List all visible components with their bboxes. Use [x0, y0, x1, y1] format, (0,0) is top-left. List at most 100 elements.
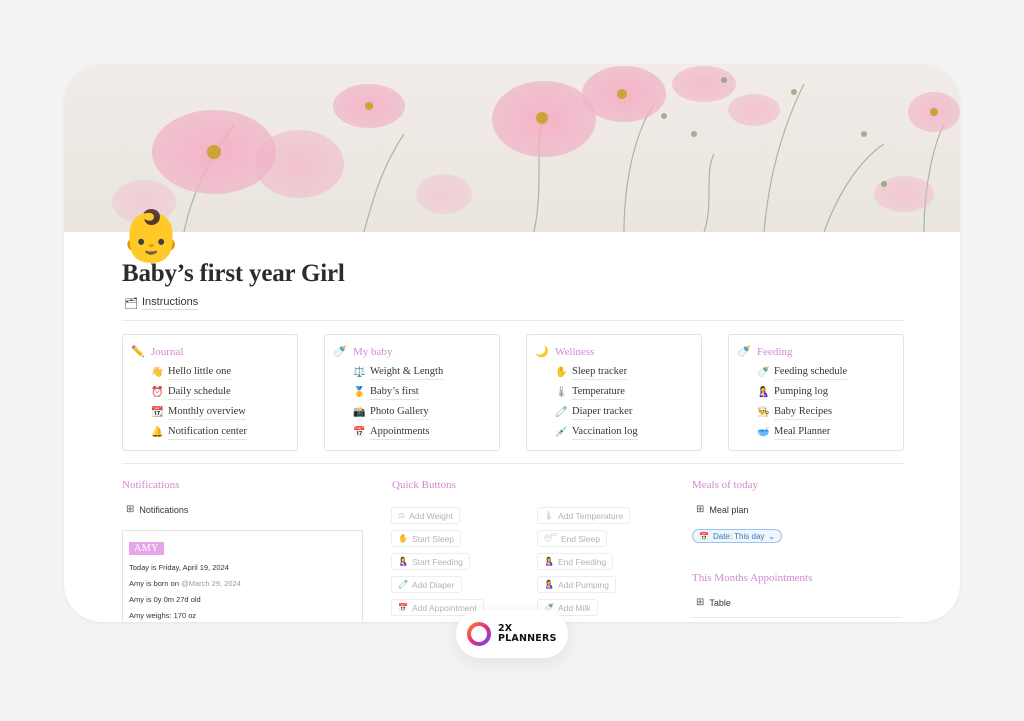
button-label: Add Temperature	[558, 510, 624, 521]
notification-card[interactable]: AMY Today is Friday, April 19, 2024 Amy …	[122, 530, 363, 622]
baby-page-icon[interactable]: 👶	[120, 206, 182, 266]
scale-icon: ⚖️	[353, 366, 366, 378]
button-label: Start Sleep	[411, 533, 455, 544]
button-label: Add Appointment	[411, 602, 477, 613]
button-label: Add Milk	[557, 602, 591, 613]
card-title: Feeding	[757, 345, 793, 358]
link-hello-little-one[interactable]: 👋 Hello little one	[151, 362, 289, 382]
link-pumping-log[interactable]: 🤱 Pumping log	[757, 382, 895, 402]
divider	[122, 320, 904, 321]
line-text: Amy is 0y 0m 27d old	[129, 595, 201, 604]
link-baby-recipes[interactable]: 👨‍🍳 Baby Recipes	[757, 402, 895, 422]
link-label: Photo Gallery	[370, 405, 429, 420]
cosmos-flowers-illustration	[112, 66, 960, 232]
link-label: Baby Recipes	[774, 405, 833, 420]
meals-heading: Meals of today	[692, 479, 758, 491]
add-pumping-button[interactable]: 🤱 Add Pumping	[537, 576, 617, 593]
button-label: End Sleep	[560, 533, 601, 544]
link-label: Temperature	[572, 385, 625, 400]
calendar-icon: 📅	[353, 426, 366, 438]
card-title: My baby	[353, 345, 393, 358]
link-label: Feeding schedule	[774, 365, 848, 380]
table-view-icon: ⊞	[696, 597, 705, 608]
link-monthly-overview[interactable]: 📆 Monthly overview	[151, 402, 289, 422]
link-label: Daily schedule	[168, 385, 231, 400]
gallery-view-icon: ⊞	[696, 504, 705, 515]
card-my-baby: 🍼 My baby ⚖️ Weight & Length 🥇 Baby’s firs…	[324, 334, 500, 451]
breastfeeding-icon: 🤱	[544, 557, 554, 566]
end-sleep-button[interactable]: 😴 End Sleep	[537, 530, 608, 547]
medal-icon: 🥇	[353, 386, 366, 398]
notion-page-frame: 👶 Baby’s first year Girl 🗂 Instructions …	[64, 64, 960, 622]
divider	[122, 463, 904, 464]
thermometer-icon: 🌡	[555, 386, 568, 398]
instructions-link[interactable]: 🗂 Instructions	[124, 296, 199, 310]
birth-date-mention[interactable]: @March 29, 2024	[181, 579, 241, 588]
baby-bottle-icon: 🍼	[737, 346, 751, 358]
link-feeding-schedule[interactable]: 🍼 Feeding schedule	[757, 362, 895, 382]
cover-image[interactable]	[64, 64, 960, 232]
baby-bottle-icon: 🍼	[333, 346, 347, 358]
notifications-view-tab[interactable]: ⊞ Notifications	[126, 504, 188, 515]
button-label: Add Pumping	[557, 579, 610, 590]
baby-name-tag: AMY	[129, 542, 164, 555]
view-tab-label: Table	[709, 597, 731, 608]
table-header-divider	[692, 617, 902, 618]
bowl-icon: 🥣	[757, 426, 770, 438]
syringe-icon: 💉	[555, 426, 568, 438]
thermometer-icon: 🌡	[544, 511, 555, 520]
button-label: End Feeding	[557, 556, 607, 567]
link-meal-planner[interactable]: 🥣 Meal Planner	[757, 422, 895, 442]
pencil-icon: ✏️	[131, 346, 145, 358]
line-text: Amy weighs: 170 oz	[129, 611, 197, 620]
page-title: Baby’s first year Girl	[122, 260, 345, 287]
brand-name: 2X PLANNERS	[498, 624, 557, 644]
link-label: Baby’s first	[370, 385, 419, 400]
link-sleep-tracker[interactable]: ✋ Sleep tracker	[555, 362, 693, 382]
card-title: Journal	[151, 345, 184, 358]
card-feeding-header: 🍼 Feeding	[737, 345, 895, 359]
safety-pin-icon: 🧷	[555, 406, 568, 418]
line-text: Today is Friday, April 19, 2024	[129, 563, 229, 572]
card-journal: ✏️ Journal 👋 Hello little one ⏰ Daily sche…	[122, 334, 298, 451]
link-vaccination-log[interactable]: 💉 Vaccination log	[555, 422, 693, 442]
link-weight-length[interactable]: ⚖️ Weight & Length	[353, 362, 491, 382]
safety-pin-icon: 🧷	[398, 580, 408, 589]
add-weight-button[interactable]: ⚖ Add Weight	[391, 507, 460, 524]
link-label: Monthly overview	[168, 405, 246, 420]
date-filter-chip[interactable]: 📅 Date: This day ⌄	[692, 529, 783, 543]
link-daily-schedule[interactable]: ⏰ Daily schedule	[151, 382, 289, 402]
add-temperature-button[interactable]: 🌡 Add Temperature	[537, 507, 631, 524]
link-diaper-tracker[interactable]: 🧷 Diaper tracker	[555, 402, 693, 422]
filter-label: Date: This day	[712, 531, 765, 541]
brand-badge: 2X PLANNERS	[456, 610, 568, 658]
notification-line: Amy is 0y 0m 27d old	[129, 595, 356, 604]
gallery-view-icon: ⊞	[126, 504, 135, 515]
line-text: Amy is born on	[129, 579, 182, 588]
link-photo-gallery[interactable]: 📸 Photo Gallery	[353, 402, 491, 422]
card-wellness: 🌙 Wellness ✋ Sleep tracker 🌡 Temperature 🧷…	[526, 334, 702, 451]
card-my-baby-header: 🍼 My baby	[333, 345, 491, 359]
start-feeding-button[interactable]: 🤱 Start Feeding	[391, 553, 470, 570]
link-temperature[interactable]: 🌡 Temperature	[555, 382, 693, 402]
notifications-heading: Notifications	[122, 479, 180, 491]
link-label: Diaper tracker	[572, 405, 633, 420]
meal-plan-view-tab[interactable]: ⊞ Meal plan	[696, 504, 748, 515]
breastfeeding-icon: 🤱	[398, 557, 408, 566]
calendar-icon: 📆	[151, 406, 164, 418]
link-label: Pumping log	[774, 385, 828, 400]
moon-icon: 🌙	[535, 346, 549, 358]
folder-icon: 🗂	[124, 297, 138, 310]
table-view-tab[interactable]: ⊞ Table	[696, 597, 731, 608]
end-feeding-button[interactable]: 🤱 End Feeding	[537, 553, 614, 570]
card-wellness-header: 🌙 Wellness	[535, 345, 693, 359]
start-sleep-button[interactable]: ✋ Start Sleep	[391, 530, 462, 547]
link-babys-first[interactable]: 🥇 Baby’s first	[353, 382, 491, 402]
link-appointments[interactable]: 📅 Appointments	[353, 422, 491, 442]
add-diaper-button[interactable]: 🧷 Add Diaper	[391, 576, 462, 593]
link-label: Appointments	[370, 425, 430, 440]
brand-logo-icon	[467, 622, 491, 646]
hand-icon: ✋	[398, 534, 408, 543]
calendar-icon: 📅	[699, 531, 709, 541]
link-notification-center[interactable]: 🔔 Notification center	[151, 422, 289, 442]
